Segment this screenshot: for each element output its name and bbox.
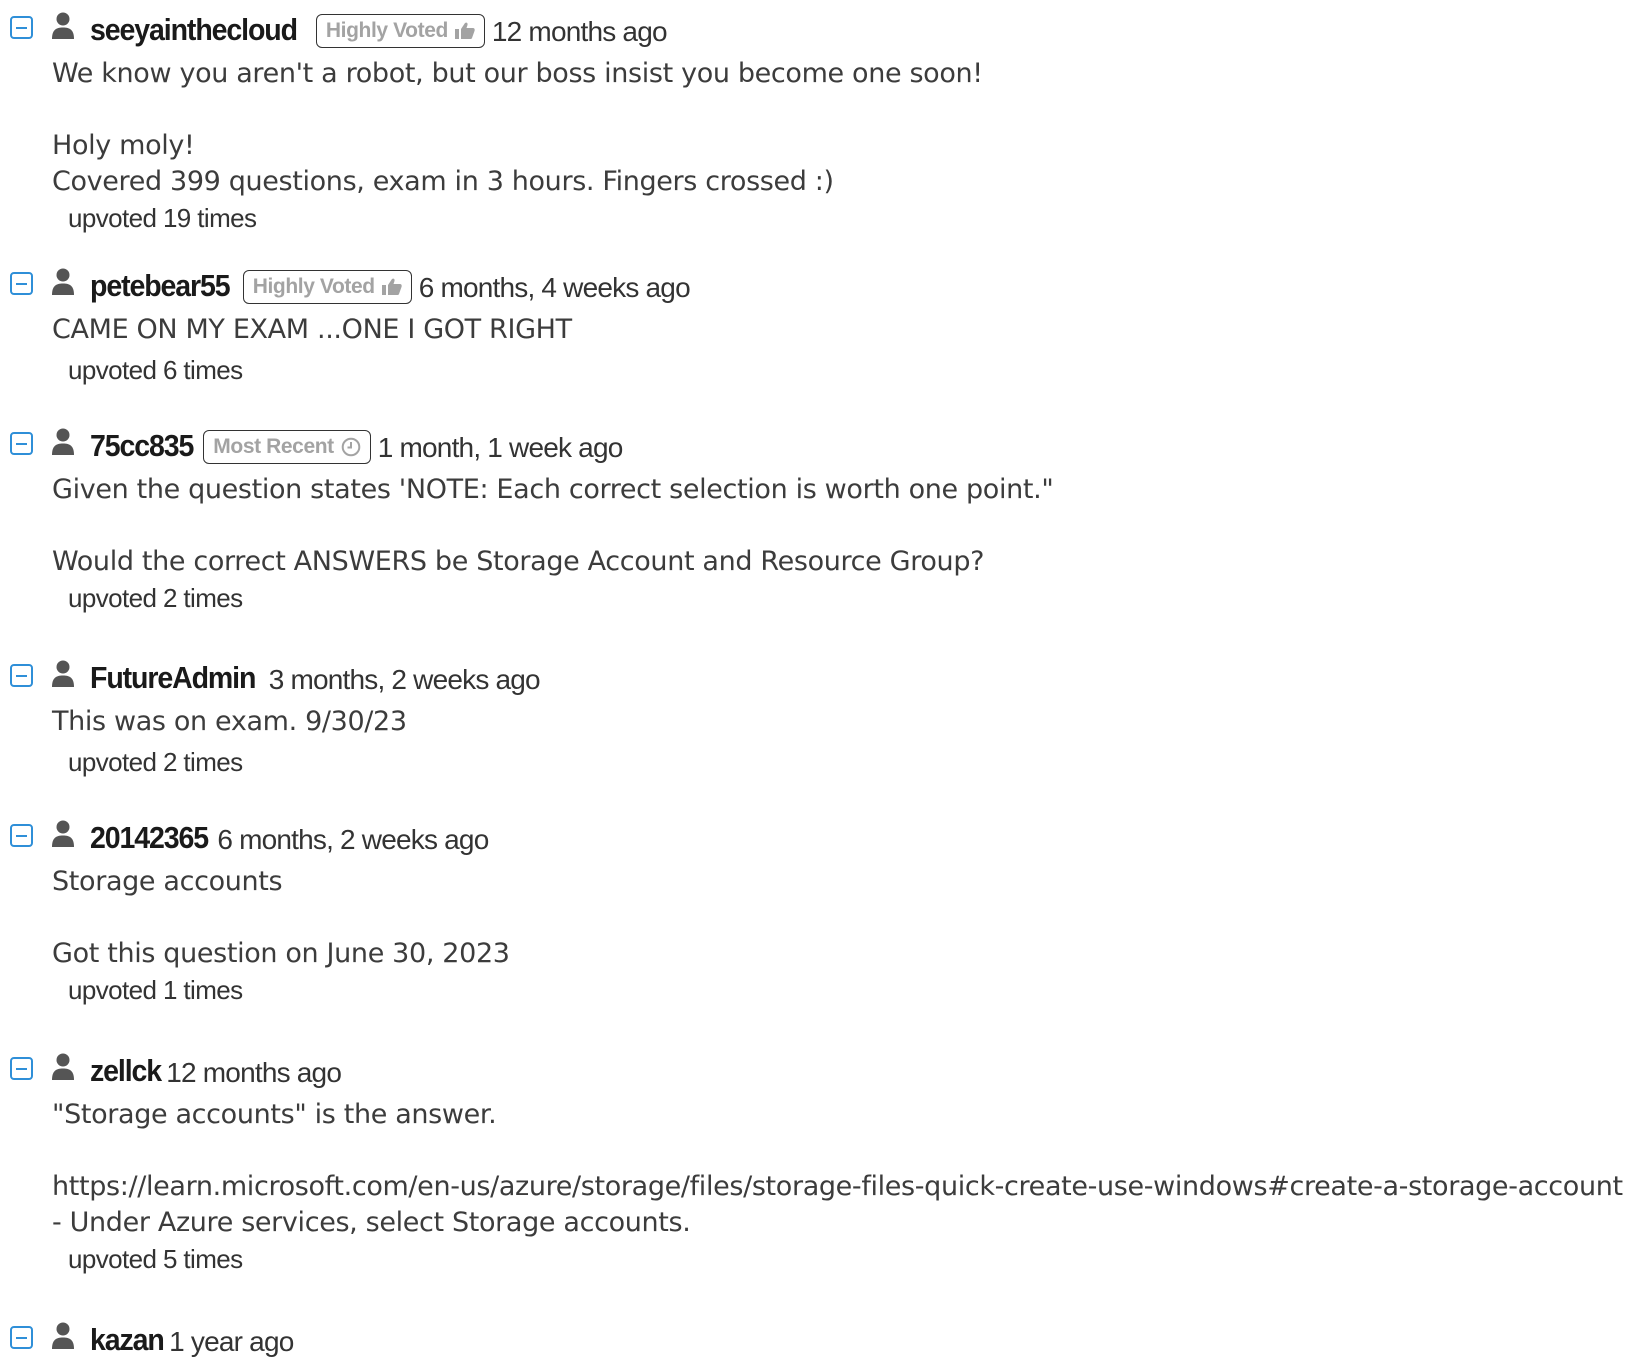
upvote-count: upvoted 2 times — [68, 747, 243, 777]
highly-voted-badge: Highly Voted — [242, 270, 412, 304]
username[interactable]: seeyainthecloud — [90, 12, 298, 48]
user-icon — [51, 1322, 75, 1350]
comment-body: Storage accounts Got this question on Ju… — [52, 866, 510, 969]
comment-header: kazan 1 year ago — [0, 1322, 1642, 1362]
comment-header: 20142365 6 months, 2 weeks ago — [0, 820, 1642, 860]
thumbs-up-icon — [381, 278, 402, 296]
comment-meta: 75cc835 Most Recent 1 month, 1 week ago — [90, 428, 623, 468]
comment-header: FutureAdmin 3 months, 2 weeks ago — [0, 660, 1642, 700]
comment-meta: kazan 1 year ago — [90, 1322, 294, 1362]
upvote-count: upvoted 19 times — [68, 203, 257, 233]
timestamp: 3 months, 2 weeks ago — [268, 664, 541, 695]
comment-meta: petebear55 Highly Voted 6 months, 4 week… — [90, 268, 691, 308]
comment-body: This was on exam. 9/30/23 — [52, 706, 407, 737]
comment: FutureAdmin 3 months, 2 weeks ago This w… — [0, 660, 1642, 777]
most-recent-badge: Most Recent — [203, 430, 371, 464]
highly-voted-badge: Highly Voted — [315, 14, 485, 48]
comment: petebear55 Highly Voted 6 months, 4 week… — [0, 268, 1642, 385]
user-icon — [51, 1053, 75, 1081]
username[interactable]: zellck — [90, 1053, 162, 1089]
comment: 20142365 6 months, 2 weeks ago Storage a… — [0, 820, 1642, 1005]
user-icon — [51, 820, 75, 848]
collapse-icon[interactable] — [10, 1057, 33, 1080]
comment-body: CAME ON MY EXAM ...ONE I GOT RIGHT — [52, 314, 572, 345]
thumbs-up-icon — [454, 22, 475, 40]
user-icon — [51, 268, 75, 296]
timestamp: 12 months ago — [166, 1057, 342, 1088]
timestamp: 1 year ago — [169, 1326, 294, 1357]
collapse-icon[interactable] — [10, 824, 33, 847]
timestamp: 1 month, 1 week ago — [377, 432, 624, 463]
upvote-count: upvoted 6 times — [68, 355, 243, 385]
comment-meta: seeyainthecloud Highly Voted 12 months a… — [90, 12, 668, 52]
upvote-count: upvoted 2 times — [68, 583, 243, 613]
username[interactable]: kazan — [90, 1322, 165, 1358]
upvote-count: upvoted 5 times — [68, 1244, 243, 1274]
badge-label: Highly Voted — [325, 19, 448, 42]
username[interactable]: 75cc835 — [90, 428, 194, 464]
badge-label: Most Recent — [213, 435, 334, 458]
comment-body: We know you aren't a robot, but our boss… — [52, 58, 983, 197]
comment: zellck 12 months ago "Storage accounts" … — [0, 1053, 1642, 1274]
comment-body: Given the question states 'NOTE: Each co… — [52, 474, 1054, 577]
badge-label: Highly Voted — [252, 275, 375, 298]
upvote-count: upvoted 1 times — [68, 975, 243, 1005]
comment-header: petebear55 Highly Voted 6 months, 4 week… — [0, 268, 1642, 308]
username[interactable]: petebear55 — [90, 268, 231, 304]
collapse-icon[interactable] — [10, 16, 33, 39]
timestamp: 6 months, 2 weeks ago — [217, 824, 489, 855]
clock-icon — [341, 437, 361, 457]
collapse-icon[interactable] — [10, 1326, 33, 1349]
comment: kazan 1 year ago — [0, 1322, 1642, 1362]
comment: seeyainthecloud Highly Voted 12 months a… — [0, 12, 1642, 233]
comment-header: zellck 12 months ago — [0, 1053, 1642, 1093]
user-icon — [51, 660, 75, 688]
username[interactable]: 20142365 — [90, 820, 209, 856]
comment: 75cc835 Most Recent 1 month, 1 week ago … — [0, 428, 1642, 613]
comment-header: seeyainthecloud Highly Voted 12 months a… — [0, 12, 1642, 52]
collapse-icon[interactable] — [10, 664, 33, 687]
user-icon — [51, 428, 75, 456]
comment-meta: FutureAdmin 3 months, 2 weeks ago — [90, 660, 541, 700]
timestamp: 6 months, 4 weeks ago — [418, 272, 691, 303]
collapse-icon[interactable] — [10, 432, 33, 455]
comment-meta: 20142365 6 months, 2 weeks ago — [90, 820, 489, 860]
user-icon — [51, 12, 75, 40]
timestamp: 12 months ago — [491, 16, 668, 47]
username[interactable]: FutureAdmin — [90, 660, 256, 696]
collapse-icon[interactable] — [10, 272, 33, 295]
comment-meta: zellck 12 months ago — [90, 1053, 342, 1093]
comment-body: "Storage accounts" is the answer. https:… — [52, 1099, 1623, 1238]
comment-header: 75cc835 Most Recent 1 month, 1 week ago — [0, 428, 1642, 468]
